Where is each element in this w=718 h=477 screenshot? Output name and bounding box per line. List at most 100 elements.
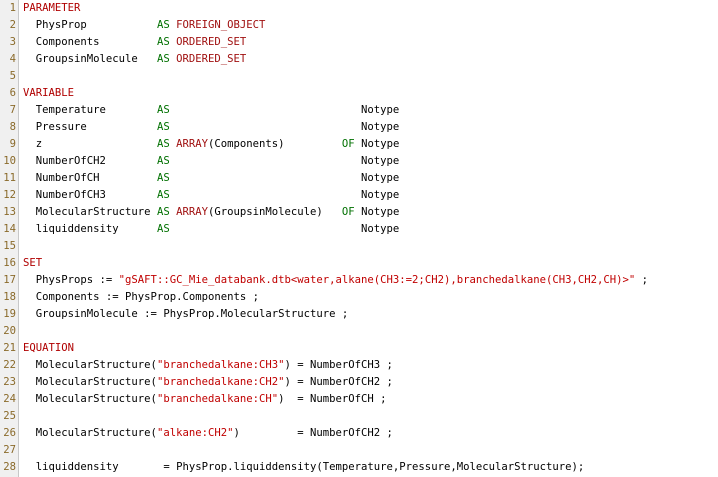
code-token: NumberOfCH [23, 172, 157, 184]
code-token: MolecularStructure( [23, 359, 157, 371]
code-text: VARIABLE [23, 85, 74, 102]
code-text: Components := PhysProp.Components ; [23, 289, 259, 306]
code-lines[interactable]: 1 PARAMETER 2 PhysProp AS FOREIGN_OBJECT 3 … [0, 0, 718, 476]
code-token: (Components) [207, 138, 342, 150]
code-token: MolecularStructure( [23, 427, 157, 439]
code-token: MolecularStructure( [23, 376, 157, 388]
code-line[interactable]: 21 EQUATION [0, 340, 718, 357]
code-text: Components AS ORDERED_SET [23, 34, 247, 51]
code-text: MolecularStructure("branchedalkane:CH2")… [23, 374, 393, 391]
code-token: GroupsinMolecule [23, 53, 157, 65]
section-keyword: VARIABLE [23, 87, 75, 99]
code-line[interactable]: 1 PARAMETER [0, 0, 718, 17]
line-number: 26 [3, 427, 16, 439]
line-number: 7 [9, 104, 16, 116]
line-number: 21 [3, 342, 16, 354]
operator-keyword: AS [156, 138, 170, 150]
code-token: PhysProp [23, 19, 157, 31]
line-number: 11 [3, 172, 16, 184]
code-token: Notype [169, 189, 400, 201]
operator-keyword: AS [156, 19, 170, 31]
code-token: Components [23, 36, 157, 48]
operator-keyword: AS [156, 172, 170, 184]
code-token: MolecularStructure( [23, 393, 157, 405]
line-number: 15 [3, 240, 16, 252]
code-text: NumberOfCH3 AS Notype [23, 187, 400, 204]
code-token: NumberOfCH3 [23, 189, 157, 201]
code-line[interactable]: 2 PhysProp AS FOREIGN_OBJECT [0, 17, 718, 34]
string-literal: "branchedalkane:CH2" [156, 376, 285, 388]
code-token: Notype [354, 206, 400, 218]
code-line[interactable]: 12 NumberOfCH3 AS Notype [0, 187, 718, 204]
code-line[interactable]: 26 MolecularStructure("alkane:CH2") = Nu… [0, 425, 718, 442]
code-token: Notype [169, 104, 400, 116]
code-text: NumberOfCH2 AS Notype [23, 153, 400, 170]
code-text: Pressure AS Notype [23, 119, 400, 136]
type-keyword: ORDERED_SET [176, 53, 247, 65]
type-keyword: ARRAY [176, 206, 208, 218]
code-line[interactable]: 5 [0, 68, 718, 85]
code-line[interactable]: 13 MolecularStructure AS ARRAY(GroupsinM… [0, 204, 718, 221]
code-line[interactable]: 18 Components := PhysProp.Components ; [0, 289, 718, 306]
code-text: EQUATION [23, 340, 74, 357]
code-token: Temperature [23, 104, 157, 116]
line-number: 19 [3, 308, 16, 320]
operator-keyword: AS [156, 121, 170, 133]
code-token: ) = NumberOfCH ; [278, 393, 387, 405]
string-literal: "gSAFT::GC_Mie_databank.dtb<water,alkane… [118, 274, 636, 286]
code-token: (GroupsinMolecule) [207, 206, 342, 218]
code-text: GroupsinMolecule := PhysProp.MolecularSt… [23, 306, 349, 323]
code-line[interactable]: 11 NumberOfCH AS Notype [0, 170, 718, 187]
code-line[interactable]: 16 SET [0, 255, 718, 272]
line-number: 12 [3, 189, 16, 201]
type-keyword: ARRAY [176, 138, 208, 150]
code-line[interactable]: 22 MolecularStructure("branchedalkane:CH… [0, 357, 718, 374]
code-line[interactable]: 24 MolecularStructure("branchedalkane:CH… [0, 391, 718, 408]
code-token: ) = NumberOfCH2 ; [233, 427, 393, 439]
code-line[interactable]: 7 Temperature AS Notype [0, 102, 718, 119]
code-text: z AS ARRAY(Components) OF Notype [23, 136, 400, 153]
code-token: z [23, 138, 157, 150]
code-line[interactable]: 15 [0, 238, 718, 255]
code-editor[interactable]: 1 PARAMETER 2 PhysProp AS FOREIGN_OBJECT 3 … [0, 0, 718, 477]
code-line[interactable]: 20 [0, 323, 718, 340]
line-number: 2 [9, 19, 16, 31]
code-line[interactable]: 14 liquiddensity AS Notype [0, 221, 718, 238]
operator-keyword: AS [156, 223, 170, 235]
code-line[interactable]: 17 PhysProps := "gSAFT::GC_Mie_databank.… [0, 272, 718, 289]
line-number: 14 [3, 223, 16, 235]
code-line[interactable]: 10 NumberOfCH2 AS Notype [0, 153, 718, 170]
code-token: GroupsinMolecule := PhysProp.MolecularSt… [23, 308, 349, 320]
line-number: 16 [3, 257, 16, 269]
line-number: 28 [3, 461, 16, 473]
code-line[interactable]: 3 Components AS ORDERED_SET [0, 34, 718, 51]
code-line[interactable]: 8 Pressure AS Notype [0, 119, 718, 136]
code-text: liquiddensity AS Notype [23, 221, 400, 238]
code-token: MolecularStructure [23, 206, 157, 218]
code-line[interactable]: 4 GroupsinMolecule AS ORDERED_SET [0, 51, 718, 68]
section-keyword: SET [23, 257, 43, 269]
line-number: 24 [3, 393, 16, 405]
line-number: 23 [3, 376, 16, 388]
line-number: 6 [9, 87, 16, 99]
code-text: liquiddensity = PhysProp.liquiddensity(T… [23, 459, 585, 476]
type-keyword: ORDERED_SET [176, 36, 247, 48]
code-text: PARAMETER [23, 0, 80, 17]
type-keyword: FOREIGN_OBJECT [176, 19, 266, 31]
code-token: Notype [169, 155, 400, 167]
code-line[interactable]: 6 VARIABLE [0, 85, 718, 102]
code-token: Notype [169, 223, 400, 235]
code-token: ) = NumberOfCH3 ; [284, 359, 393, 371]
code-token: NumberOfCH2 [23, 155, 157, 167]
code-line[interactable]: 28 liquiddensity = PhysProp.liquiddensit… [0, 459, 718, 476]
line-number: 5 [9, 70, 16, 82]
code-line[interactable]: 27 [0, 442, 718, 459]
code-line[interactable]: 25 [0, 408, 718, 425]
code-line[interactable]: 9 z AS ARRAY(Components) OF Notype [0, 136, 718, 153]
line-number: 4 [9, 53, 16, 65]
code-line[interactable]: 23 MolecularStructure("branchedalkane:CH… [0, 374, 718, 391]
code-line[interactable]: 19 GroupsinMolecule := PhysProp.Molecula… [0, 306, 718, 323]
section-keyword: EQUATION [23, 342, 75, 354]
code-token: Components := PhysProp.Components ; [23, 291, 259, 303]
code-text: MolecularStructure AS ARRAY(GroupsinMole… [23, 204, 400, 221]
